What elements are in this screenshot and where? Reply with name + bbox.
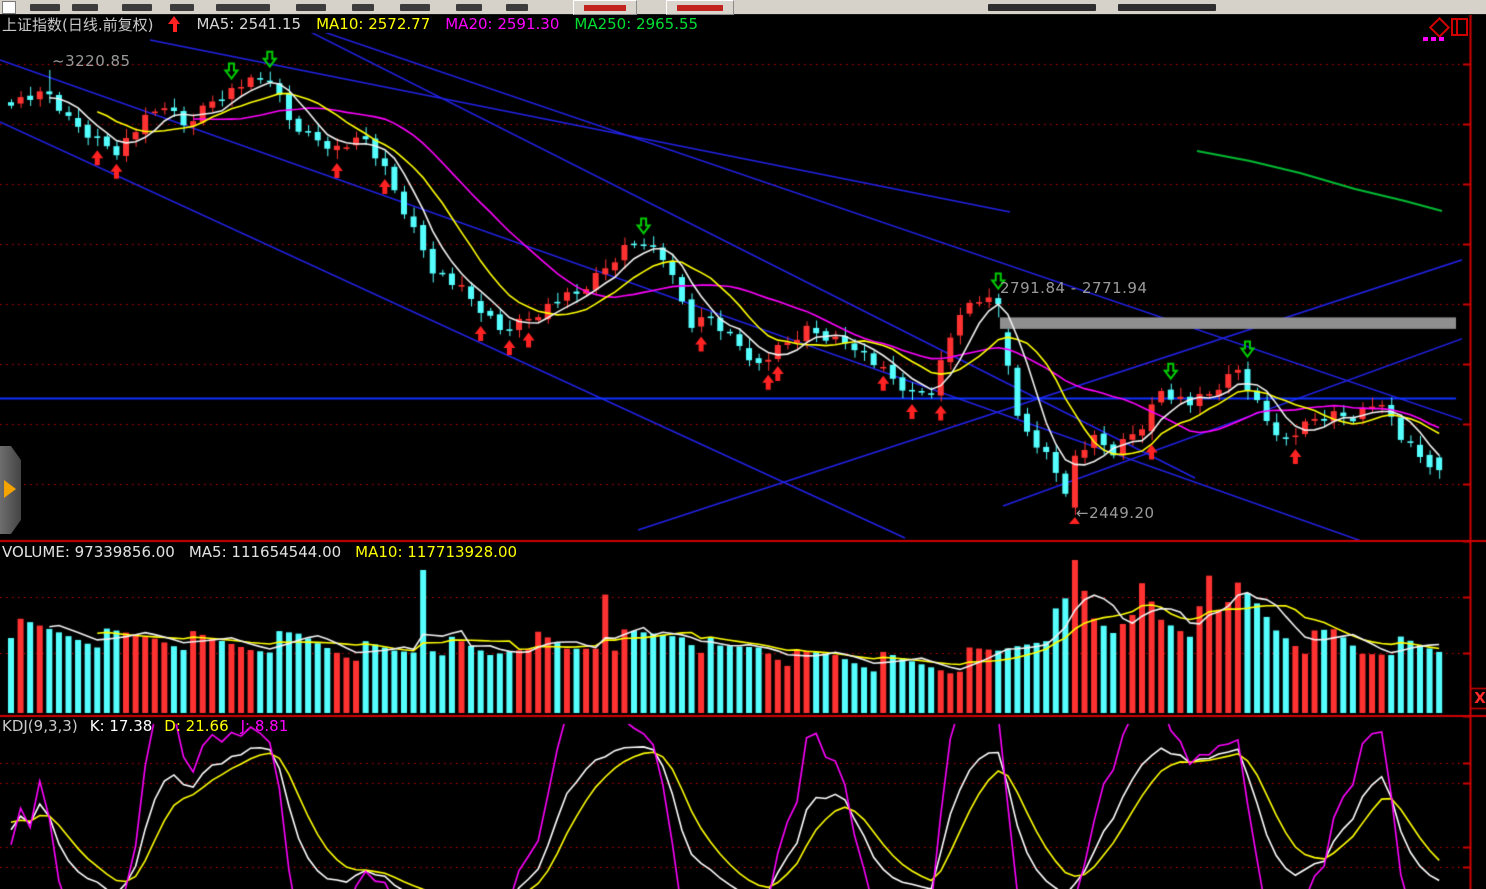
- ma250-readout: MA250: 2965.55: [574, 15, 698, 33]
- price-pane-header: 上证指数(日线.前复权) MA5: 2541.15 MA10: 2572.77 …: [2, 15, 698, 33]
- menu-item[interactable]: [506, 4, 528, 11]
- menu-item[interactable]: [30, 4, 60, 11]
- chart-canvas[interactable]: [0, 0, 1486, 889]
- menu-item[interactable]: [296, 4, 326, 11]
- app-icon: [2, 1, 16, 14]
- menu-text-right: [1118, 4, 1216, 11]
- volume-ma10-readout: MA10: 117713928.00: [355, 543, 517, 561]
- trading-app-window: { "header": { "title": "上证指数(日线.前复权)", "…: [0, 0, 1486, 889]
- menu-item[interactable]: [170, 4, 194, 11]
- volume-ma5-readout: MA5: 111654544.00: [189, 543, 341, 561]
- expand-arrow-icon: [4, 480, 16, 498]
- gap-range-label: 2791.84 - 2771.94: [1000, 279, 1148, 297]
- split-window-icon[interactable]: [1451, 18, 1468, 36]
- menu-button-red-2[interactable]: [666, 0, 734, 15]
- low-price-label: ←2449.20: [1076, 504, 1155, 522]
- kdj-d-readout: D: 21.66: [164, 717, 228, 735]
- menu-item[interactable]: [352, 4, 374, 11]
- menu-item[interactable]: [400, 4, 430, 11]
- menu-item[interactable]: [72, 4, 98, 11]
- volume-readout: VOLUME: 97339856.00: [2, 543, 175, 561]
- instrument-title: 上证指数(日线.前复权): [2, 14, 153, 35]
- ma10-readout: MA10: 2572.77: [316, 15, 430, 33]
- sidebar-slide-handle[interactable]: [0, 446, 21, 534]
- menu-item[interactable]: [122, 4, 152, 11]
- menu-bar[interactable]: [0, 0, 1486, 15]
- menu-text-right: [988, 4, 1096, 11]
- menu-button-red-1[interactable]: [573, 0, 637, 15]
- kdj-k-readout: K: 17.38: [90, 717, 153, 735]
- volume-pane-header: VOLUME: 97339856.00 MA5: 111654544.00 MA…: [2, 543, 517, 560]
- up-arrow-icon: [168, 16, 181, 32]
- ma20-readout: MA20: 2591.30: [445, 15, 559, 33]
- kdj-pane-header: KDJ(9,3,3) K: 17.38 D: 21.66 J: 8.81: [2, 717, 288, 734]
- high-price-label: ~3220.85: [52, 52, 131, 70]
- kdj-j-readout: J: 8.81: [241, 717, 289, 735]
- close-pane-button[interactable]: X: [1473, 689, 1486, 707]
- menu-item[interactable]: [456, 4, 482, 11]
- kdj-name: KDJ(9,3,3): [2, 717, 78, 735]
- menu-item[interactable]: [216, 4, 270, 11]
- drawing-dots-icon: [1423, 37, 1444, 41]
- ma5-readout: MA5: 2541.15: [196, 15, 301, 33]
